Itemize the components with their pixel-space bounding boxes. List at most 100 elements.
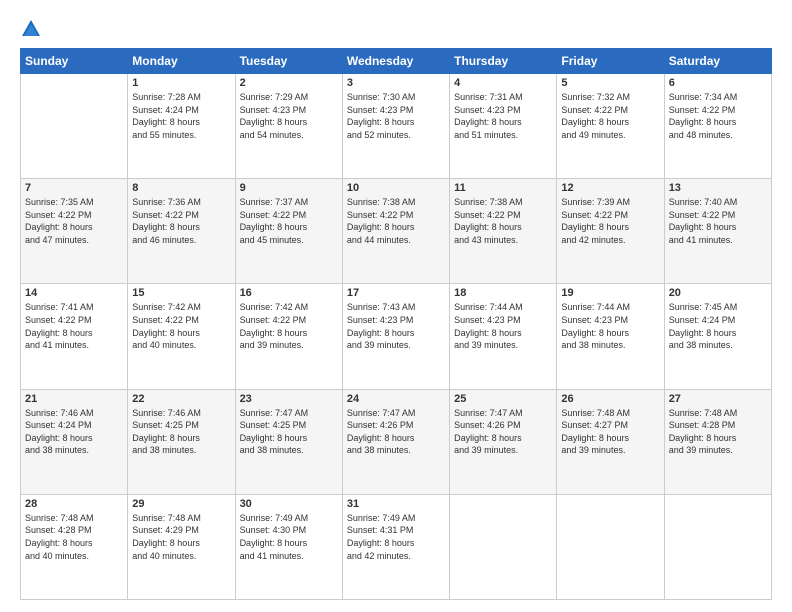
day-info: Sunrise: 7:41 AM Sunset: 4:22 PM Dayligh… <box>25 301 123 351</box>
day-number: 6 <box>669 77 767 89</box>
day-cell: 12 Sunrise: 7:39 AM Sunset: 4:22 PM Dayli… <box>557 179 664 284</box>
day-cell: 31Sunrise: 7:49 AM Sunset: 4:31 PM Dayli… <box>342 494 449 599</box>
day-number: 16 <box>240 287 338 299</box>
header-cell-friday: Friday <box>557 49 664 74</box>
day-cell: 25 Sunrise: 7:47 AM Sunset: 4:26 PM Dayli… <box>450 389 557 494</box>
day-cell: 1Sunrise: 7:28 AM Sunset: 4:24 PM Daylig… <box>128 74 235 179</box>
day-number: 3 <box>347 77 445 89</box>
day-cell: 27 Sunrise: 7:48 AM Sunset: 4:28 PM Dayli… <box>664 389 771 494</box>
day-number: 24 <box>347 393 445 405</box>
day-info: Sunrise: 7:34 AM Sunset: 4:22 PM Dayligh… <box>669 91 767 141</box>
day-info: Sunrise: 7:47 AM Sunset: 4:25 PM Dayligh… <box>240 407 338 457</box>
day-info: Sunrise: 7:46 AM Sunset: 4:24 PM Dayligh… <box>25 407 123 457</box>
day-cell <box>450 494 557 599</box>
day-info: Sunrise: 7:45 AM Sunset: 4:24 PM Dayligh… <box>669 301 767 351</box>
day-cell: 2 Sunrise: 7:29 AM Sunset: 4:23 PM Daylig… <box>235 74 342 179</box>
day-number: 9 <box>240 182 338 194</box>
day-info: Sunrise: 7:44 AM Sunset: 4:23 PM Dayligh… <box>454 301 552 351</box>
day-number: 11 <box>454 182 552 194</box>
day-cell <box>557 494 664 599</box>
day-number: 21 <box>25 393 123 405</box>
calendar-table: SundayMondayTuesdayWednesdayThursdayFrid… <box>20 48 772 600</box>
day-info: Sunrise: 7:42 AM Sunset: 4:22 PM Dayligh… <box>132 301 230 351</box>
day-number: 14 <box>25 287 123 299</box>
day-number: 13 <box>669 182 767 194</box>
day-cell: 19 Sunrise: 7:44 AM Sunset: 4:23 PM Dayli… <box>557 284 664 389</box>
day-cell: 3 Sunrise: 7:30 AM Sunset: 4:23 PM Daylig… <box>342 74 449 179</box>
day-info: Sunrise: 7:47 AM Sunset: 4:26 PM Dayligh… <box>454 407 552 457</box>
day-cell: 10Sunrise: 7:38 AM Sunset: 4:22 PM Dayli… <box>342 179 449 284</box>
day-cell: 5Sunrise: 7:32 AM Sunset: 4:22 PM Daylig… <box>557 74 664 179</box>
day-cell: 20Sunrise: 7:45 AM Sunset: 4:24 PM Dayli… <box>664 284 771 389</box>
header-cell-saturday: Saturday <box>664 49 771 74</box>
day-number: 15 <box>132 287 230 299</box>
day-number: 27 <box>669 393 767 405</box>
day-cell: 15 Sunrise: 7:42 AM Sunset: 4:22 PM Dayli… <box>128 284 235 389</box>
day-cell: 9 Sunrise: 7:37 AM Sunset: 4:22 PM Daylig… <box>235 179 342 284</box>
day-info: Sunrise: 7:48 AM Sunset: 4:28 PM Dayligh… <box>669 407 767 457</box>
day-info: Sunrise: 7:29 AM Sunset: 4:23 PM Dayligh… <box>240 91 338 141</box>
day-number: 19 <box>561 287 659 299</box>
day-number: 17 <box>347 287 445 299</box>
header-cell-thursday: Thursday <box>450 49 557 74</box>
day-cell: 13 Sunrise: 7:40 AM Sunset: 4:22 PM Dayli… <box>664 179 771 284</box>
header-cell-monday: Monday <box>128 49 235 74</box>
day-info: Sunrise: 7:30 AM Sunset: 4:23 PM Dayligh… <box>347 91 445 141</box>
day-number: 7 <box>25 182 123 194</box>
day-info: Sunrise: 7:48 AM Sunset: 4:28 PM Dayligh… <box>25 512 123 562</box>
day-info: Sunrise: 7:37 AM Sunset: 4:22 PM Dayligh… <box>240 196 338 246</box>
day-number: 29 <box>132 498 230 510</box>
day-info: Sunrise: 7:31 AM Sunset: 4:23 PM Dayligh… <box>454 91 552 141</box>
day-number: 23 <box>240 393 338 405</box>
day-info: Sunrise: 7:49 AM Sunset: 4:30 PM Dayligh… <box>240 512 338 562</box>
day-number: 25 <box>454 393 552 405</box>
week-row-2: 14 Sunrise: 7:41 AM Sunset: 4:22 PM Dayli… <box>21 284 772 389</box>
week-row-3: 21 Sunrise: 7:46 AM Sunset: 4:24 PM Dayli… <box>21 389 772 494</box>
day-cell: 14 Sunrise: 7:41 AM Sunset: 4:22 PM Dayli… <box>21 284 128 389</box>
day-cell <box>664 494 771 599</box>
day-info: Sunrise: 7:43 AM Sunset: 4:23 PM Dayligh… <box>347 301 445 351</box>
day-info: Sunrise: 7:47 AM Sunset: 4:26 PM Dayligh… <box>347 407 445 457</box>
header-cell-wednesday: Wednesday <box>342 49 449 74</box>
week-row-1: 7 Sunrise: 7:35 AM Sunset: 4:22 PM Daylig… <box>21 179 772 284</box>
day-number: 12 <box>561 182 659 194</box>
day-cell: 28 Sunrise: 7:48 AM Sunset: 4:28 PM Dayli… <box>21 494 128 599</box>
day-info: Sunrise: 7:40 AM Sunset: 4:22 PM Dayligh… <box>669 196 767 246</box>
header-row: SundayMondayTuesdayWednesdayThursdayFrid… <box>21 49 772 74</box>
day-info: Sunrise: 7:48 AM Sunset: 4:29 PM Dayligh… <box>132 512 230 562</box>
day-cell: 29 Sunrise: 7:48 AM Sunset: 4:29 PM Dayli… <box>128 494 235 599</box>
day-number: 22 <box>132 393 230 405</box>
day-info: Sunrise: 7:48 AM Sunset: 4:27 PM Dayligh… <box>561 407 659 457</box>
day-number: 28 <box>25 498 123 510</box>
day-cell: 24 Sunrise: 7:47 AM Sunset: 4:26 PM Dayli… <box>342 389 449 494</box>
day-cell: 23 Sunrise: 7:47 AM Sunset: 4:25 PM Dayli… <box>235 389 342 494</box>
day-info: Sunrise: 7:46 AM Sunset: 4:25 PM Dayligh… <box>132 407 230 457</box>
day-cell: 7 Sunrise: 7:35 AM Sunset: 4:22 PM Daylig… <box>21 179 128 284</box>
day-number: 30 <box>240 498 338 510</box>
day-cell: 30 Sunrise: 7:49 AM Sunset: 4:30 PM Dayli… <box>235 494 342 599</box>
header-cell-sunday: Sunday <box>21 49 128 74</box>
day-cell: 18Sunrise: 7:44 AM Sunset: 4:23 PM Dayli… <box>450 284 557 389</box>
day-cell: 6 Sunrise: 7:34 AM Sunset: 4:22 PM Daylig… <box>664 74 771 179</box>
day-info: Sunrise: 7:36 AM Sunset: 4:22 PM Dayligh… <box>132 196 230 246</box>
day-info: Sunrise: 7:39 AM Sunset: 4:22 PM Dayligh… <box>561 196 659 246</box>
logo <box>20 18 46 40</box>
day-cell: 17 Sunrise: 7:43 AM Sunset: 4:23 PM Dayli… <box>342 284 449 389</box>
day-number: 2 <box>240 77 338 89</box>
day-info: Sunrise: 7:49 AM Sunset: 4:31 PM Dayligh… <box>347 512 445 562</box>
day-cell: 11 Sunrise: 7:38 AM Sunset: 4:22 PM Dayli… <box>450 179 557 284</box>
day-number: 4 <box>454 77 552 89</box>
day-info: Sunrise: 7:35 AM Sunset: 4:22 PM Dayligh… <box>25 196 123 246</box>
day-number: 26 <box>561 393 659 405</box>
header <box>20 18 772 40</box>
day-number: 8 <box>132 182 230 194</box>
day-info: Sunrise: 7:44 AM Sunset: 4:23 PM Dayligh… <box>561 301 659 351</box>
day-cell: 16Sunrise: 7:42 AM Sunset: 4:22 PM Dayli… <box>235 284 342 389</box>
calendar-page: SundayMondayTuesdayWednesdayThursdayFrid… <box>0 0 792 612</box>
day-cell: 4 Sunrise: 7:31 AM Sunset: 4:23 PM Daylig… <box>450 74 557 179</box>
day-number: 5 <box>561 77 659 89</box>
day-cell <box>21 74 128 179</box>
day-cell: 26 Sunrise: 7:48 AM Sunset: 4:27 PM Dayli… <box>557 389 664 494</box>
day-info: Sunrise: 7:38 AM Sunset: 4:22 PM Dayligh… <box>454 196 552 246</box>
day-number: 1 <box>132 77 230 89</box>
